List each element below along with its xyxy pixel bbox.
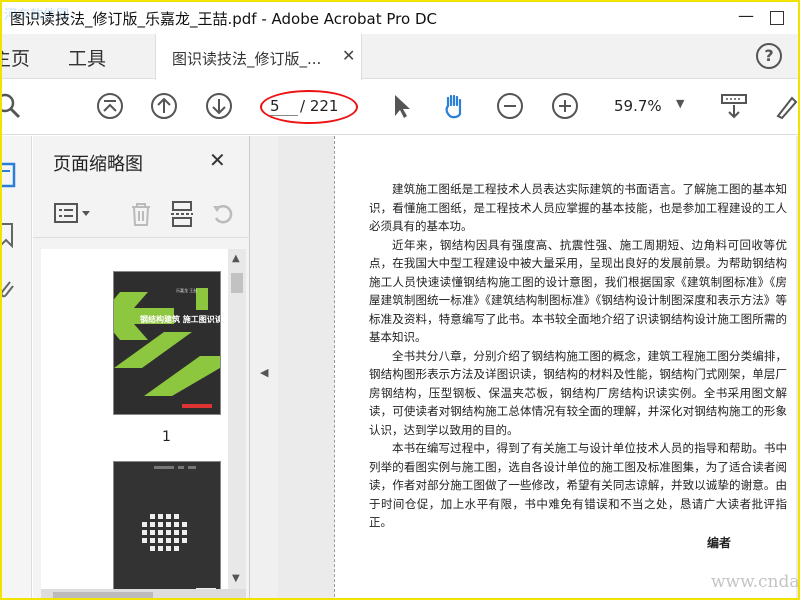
bookmark-icon[interactable] bbox=[0, 222, 18, 248]
zoom-level[interactable]: 59.7% bbox=[614, 97, 662, 115]
minimize-button[interactable]: — bbox=[738, 6, 754, 25]
paragraph: 本书在编写过程中，得到了有关施工与设计单位技术人员的指导和帮助。书中列举的看图实… bbox=[369, 441, 787, 529]
author-signature: 编者 bbox=[707, 536, 732, 550]
left-rail bbox=[0, 136, 32, 598]
tab-document-label: 图识读技法_修订版_... bbox=[172, 50, 322, 68]
book-cover-image: 乐嘉龙 王喆 钢结构建筑 施工图识读技法 bbox=[100, 272, 231, 414]
toolbar: 5 / 221 59.7% ▼ bbox=[2, 80, 798, 135]
title-bar: 河东软件园 图识读技法_修订版_乐嘉龙_王喆.pdf - Adobe Acrob… bbox=[2, 2, 798, 34]
scroll-thumb[interactable] bbox=[231, 273, 243, 293]
tab-document[interactable]: 图识读技法_修订版_... ✕ bbox=[155, 34, 362, 80]
prev-page-icon[interactable] bbox=[150, 92, 178, 120]
next-page-icon[interactable] bbox=[205, 92, 233, 120]
paragraph: 全书共分八章，分别介绍了钢结构施工图的概念，建筑工程施工图分类编排，钢结构图形表… bbox=[369, 348, 787, 437]
tab-bar: 主页 工具 图识读技法_修订版_... ✕ ? bbox=[2, 34, 798, 80]
cover-title: 钢结构建筑 施工图识读技法 bbox=[140, 314, 220, 324]
thumbnail-options-icon[interactable] bbox=[53, 202, 93, 226]
close-tab-icon[interactable]: ✕ bbox=[342, 46, 355, 65]
keyboard-icon[interactable] bbox=[720, 92, 748, 120]
tab-tools[interactable]: 工具 bbox=[68, 44, 106, 71]
delete-page-icon[interactable] bbox=[127, 200, 155, 228]
annotation-ellipse bbox=[260, 90, 358, 124]
insert-page-icon[interactable] bbox=[169, 200, 197, 228]
scroll-up-icon[interactable]: ▲ bbox=[232, 253, 240, 264]
book-back-image bbox=[114, 462, 220, 589]
thumbnails-list: 乐嘉龙 王喆 钢结构建筑 施工图识读技法 1 bbox=[41, 249, 231, 589]
thumbnails-panel: 页面缩略图 ✕ 乐嘉龙 王喆 钢结构建筑 施工图识 1 ▲ ▼ bbox=[33, 136, 250, 598]
collapse-panel-icon[interactable]: ◀ bbox=[260, 366, 268, 379]
tab-home[interactable]: 主页 bbox=[2, 44, 30, 71]
maximize-button[interactable] bbox=[770, 11, 784, 25]
thumbnail-page-2[interactable] bbox=[113, 461, 221, 589]
zoom-out-icon[interactable] bbox=[496, 92, 524, 120]
paragraph: 近年来，钢结构因具有强度高、抗震性强、施工周期短、边角料可回收等优点，在我国大中… bbox=[369, 237, 787, 345]
thumbnail-page-label: 1 bbox=[162, 429, 171, 445]
horizontal-scrollbar[interactable] bbox=[41, 589, 246, 598]
panel-title: 页面缩略图 bbox=[53, 154, 143, 175]
search-icon[interactable] bbox=[0, 92, 22, 120]
document-body: 建筑施工图纸是工程技术人员表达实际建筑的书面语言。了解施工图的基本知识，看懂施工… bbox=[369, 180, 787, 532]
select-cursor-icon[interactable] bbox=[388, 92, 416, 120]
document-page: 建筑施工图纸是工程技术人员表达实际建筑的书面语言。了解施工图的基本知识，看懂施工… bbox=[334, 136, 798, 598]
first-page-icon[interactable] bbox=[96, 92, 124, 120]
thumbnails-scrollbar[interactable]: ▲ ▼ bbox=[228, 249, 246, 589]
horizontal-scroll-thumb[interactable] bbox=[53, 592, 153, 598]
help-icon[interactable]: ? bbox=[756, 43, 782, 69]
paragraph: 建筑施工图纸是工程技术人员表达实际建筑的书面语言。了解施工图的基本知识，看懂施工… bbox=[369, 182, 787, 233]
document-view[interactable]: 建筑施工图纸是工程技术人员表达实际建筑的书面语言。了解施工图的基本知识，看懂施工… bbox=[278, 136, 798, 598]
site-watermark: www.cndao.com bbox=[711, 572, 800, 592]
window-title: 图识读技法_修订版_乐嘉龙_王喆.pdf - Adobe Acrobat Pro… bbox=[10, 10, 437, 28]
attachment-icon[interactable] bbox=[0, 276, 18, 302]
svg-text:乐嘉龙 王喆: 乐嘉龙 王喆 bbox=[176, 287, 197, 293]
panel-toolbar bbox=[33, 190, 250, 238]
sign-icon[interactable] bbox=[774, 92, 800, 120]
close-panel-icon[interactable]: ✕ bbox=[209, 148, 226, 172]
hand-tool-icon[interactable] bbox=[440, 92, 468, 120]
chevron-down-icon[interactable]: ▼ bbox=[676, 97, 684, 110]
app-window: 河东软件园 图识读技法_修订版_乐嘉龙_王喆.pdf - Adobe Acrob… bbox=[0, 0, 800, 600]
scroll-down-icon[interactable]: ▼ bbox=[232, 573, 240, 584]
rotate-page-icon[interactable] bbox=[209, 200, 237, 228]
page-thumbnails-icon[interactable] bbox=[0, 162, 18, 188]
thumbnail-page-1[interactable]: 乐嘉龙 王喆 钢结构建筑 施工图识读技法 bbox=[100, 271, 231, 415]
panel-splitter[interactable]: ◀ bbox=[250, 136, 278, 598]
zoom-in-icon[interactable] bbox=[551, 92, 579, 120]
